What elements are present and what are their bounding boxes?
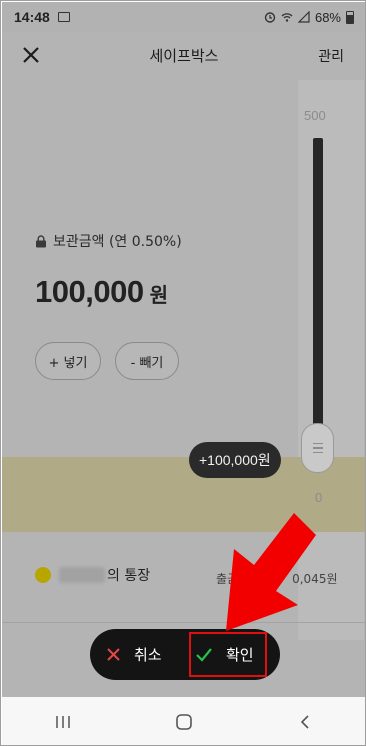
put-in-button[interactable]: + 넣기 bbox=[35, 342, 101, 380]
app-frame: 14:48 68% 세이프박스 관리 보관금액 (연 0.50%) 100,00… bbox=[0, 0, 366, 746]
home-icon bbox=[176, 713, 192, 730]
wifi-icon bbox=[281, 13, 293, 22]
manage-button[interactable]: 관리 bbox=[318, 46, 344, 66]
status-time: 14:48 bbox=[14, 9, 50, 25]
slider-min-label: 0 bbox=[315, 490, 323, 505]
account-name-redacted bbox=[59, 567, 105, 583]
alarm-icon bbox=[264, 12, 276, 23]
back-icon bbox=[301, 714, 309, 729]
recent-apps-button[interactable] bbox=[43, 702, 83, 742]
image-notification-icon bbox=[57, 12, 70, 22]
status-right: 68% bbox=[264, 10, 354, 25]
back-button[interactable] bbox=[285, 702, 325, 742]
slider-max-label: 500 bbox=[304, 108, 326, 123]
recent-apps-icon bbox=[55, 715, 70, 728]
status-bar: 14:48 68% bbox=[2, 2, 365, 32]
account-name: 의 통장 bbox=[107, 568, 151, 584]
storage-info: 보관금액 (연 0.50%) bbox=[35, 231, 182, 251]
cancel-label: 취소 bbox=[134, 646, 162, 664]
take-out-button[interactable]: - 빼기 bbox=[115, 342, 179, 380]
close-icon bbox=[107, 648, 120, 661]
home-button[interactable] bbox=[164, 702, 204, 742]
top-header: 세이프박스 관리 bbox=[2, 32, 365, 78]
highlight-box bbox=[189, 632, 267, 677]
slider-handle[interactable] bbox=[301, 423, 334, 473]
storage-info-label: 보관금액 (연 0.50%) bbox=[53, 234, 182, 250]
navigation-bar bbox=[2, 697, 365, 745]
amount-unit: 원 bbox=[149, 283, 168, 307]
amount-value: 100,000 bbox=[35, 274, 144, 309]
battery-percent: 68% bbox=[314, 9, 341, 25]
cancel-button[interactable]: 취소 bbox=[90, 629, 185, 680]
page-title: 세이프박스 bbox=[149, 46, 219, 65]
account-row: 의 통장 bbox=[35, 565, 150, 585]
battery-icon bbox=[346, 10, 354, 24]
signal-icon bbox=[297, 11, 310, 23]
annotation-arrow-icon bbox=[226, 513, 316, 631]
close-icon[interactable] bbox=[20, 44, 42, 66]
stored-amount: 100,000 원 bbox=[35, 274, 168, 310]
lock-icon bbox=[36, 234, 46, 247]
account-color-dot bbox=[35, 567, 51, 583]
slider-value-bubble: +100,000원 bbox=[189, 442, 281, 478]
slider-track[interactable] bbox=[313, 138, 323, 428]
